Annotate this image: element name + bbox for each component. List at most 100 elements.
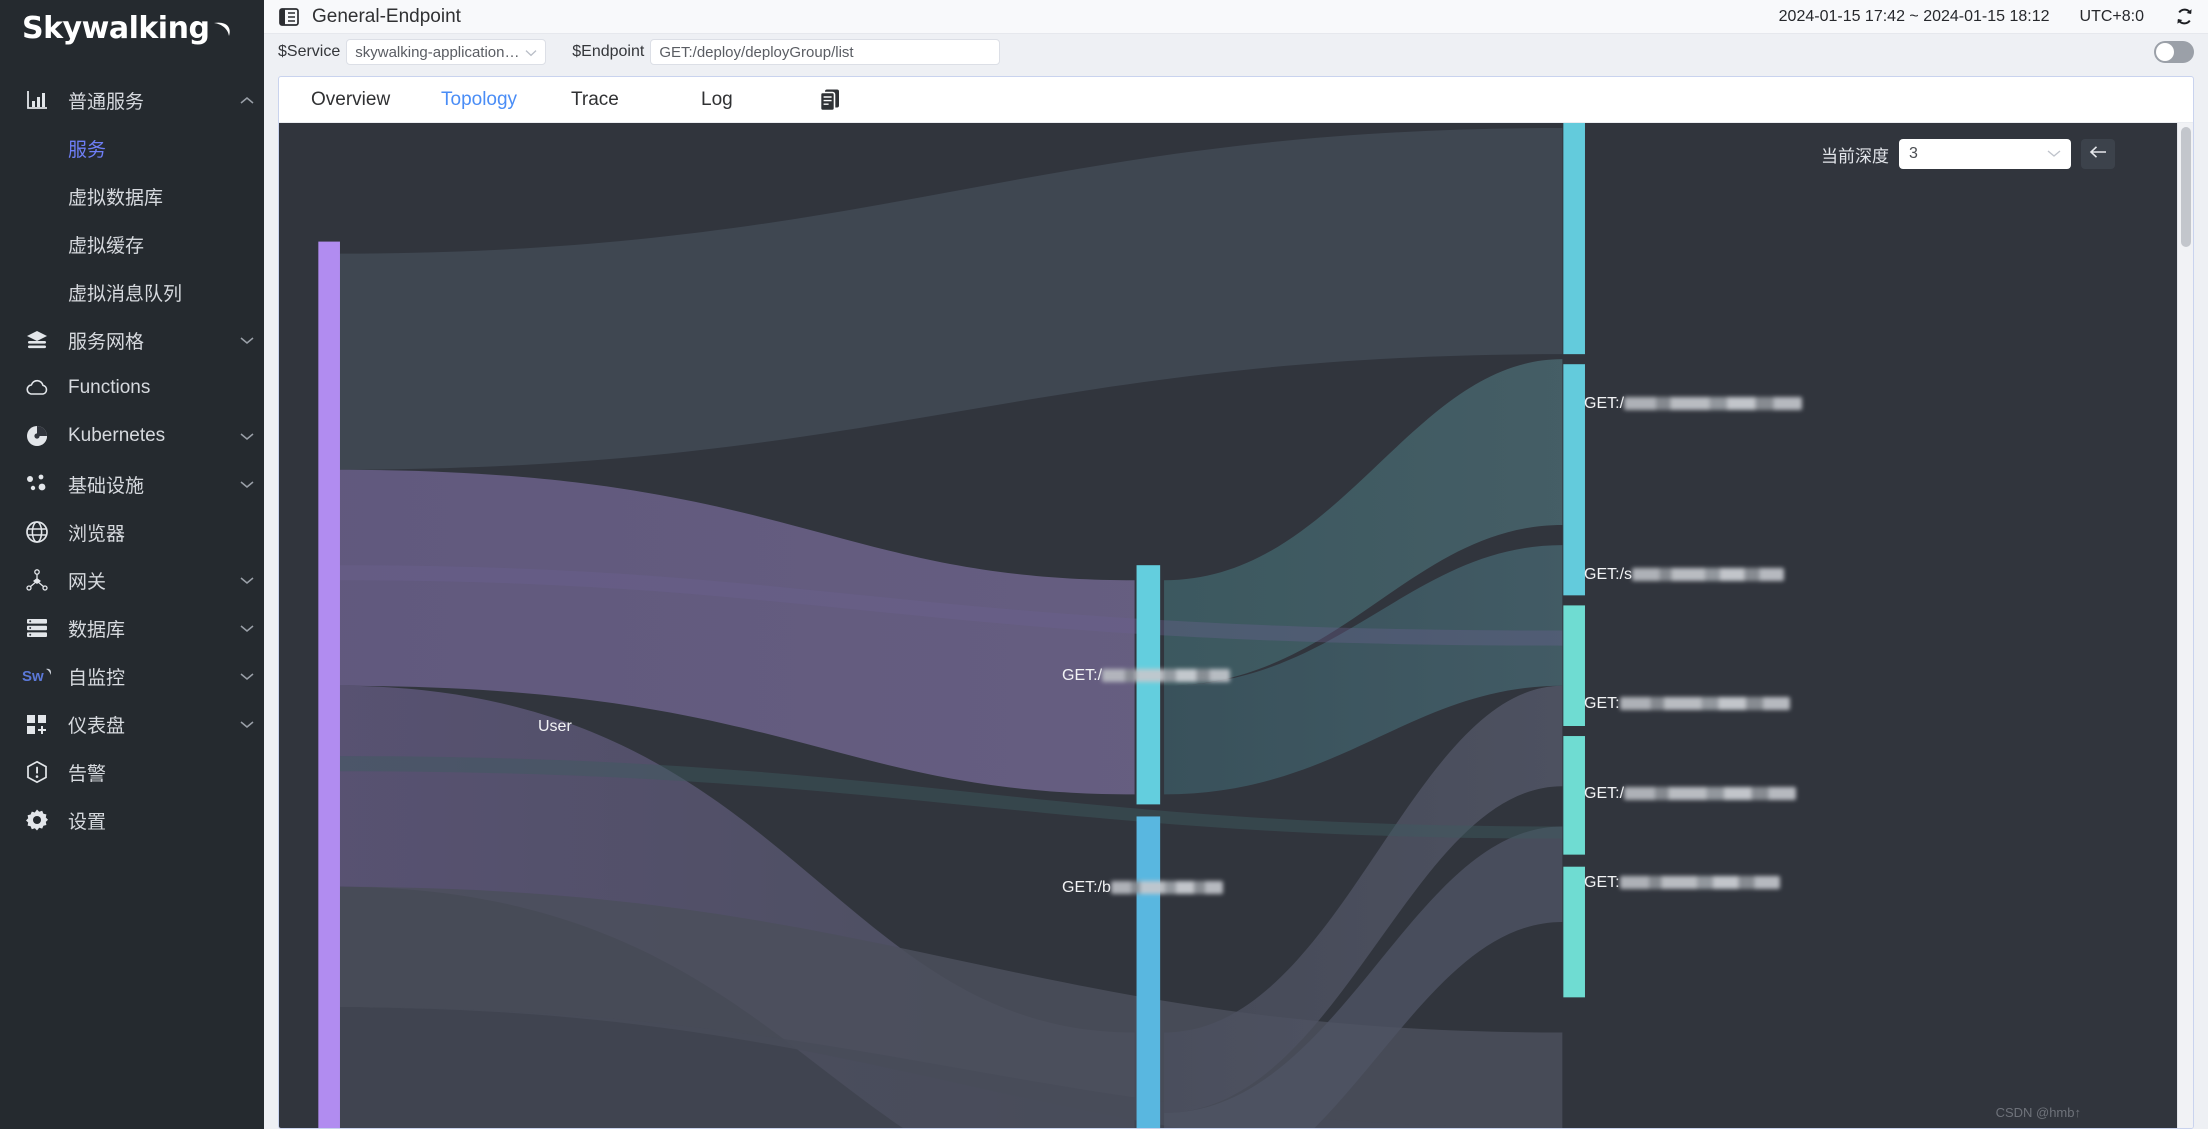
alert-icon [22, 759, 52, 785]
chevron-down-icon [2047, 145, 2061, 163]
depth-select[interactable]: 3 [1899, 139, 2071, 169]
sidebar-subitem-label: 虚拟缓存 [68, 235, 145, 257]
sidebar-item-label: 仪表盘 [68, 715, 126, 737]
tab-label: Overview [311, 88, 391, 110]
filter-bar: $Service skywalking-applications-service… [264, 34, 2208, 70]
sidebar-item-dashboard[interactable]: 仪表盘 [0, 700, 264, 748]
layers-icon [22, 327, 52, 353]
tab-log[interactable]: Log [689, 89, 819, 111]
sidebar-item-alerts[interactable]: 告警 [0, 748, 264, 796]
sidebar-group-label: 普通服务 [68, 91, 145, 113]
brand-logo[interactable]: Skywalking [0, 0, 264, 56]
sidebar-item-label: 告警 [68, 763, 107, 785]
scrollbar-thumb[interactable] [2181, 127, 2191, 247]
sankey-diagram[interactable] [279, 123, 2177, 1128]
gear-icon [22, 807, 52, 833]
back-button[interactable] [2081, 139, 2115, 169]
database-icon [22, 615, 52, 641]
tab-overview[interactable]: Overview [299, 89, 429, 111]
sidebar-item-label: 基础设施 [68, 475, 145, 497]
sankey-node-right-4[interactable] [1563, 736, 1585, 855]
sidebar-item-label: 网关 [68, 571, 107, 593]
service-select[interactable]: skywalking-applications-service [346, 39, 547, 65]
sidebar-item-gateway[interactable]: 网关 [0, 556, 264, 604]
sidebar-item-services[interactable]: 服务 [0, 124, 264, 172]
copy-pages-icon[interactable] [819, 88, 859, 112]
depth-label: 当前深度 [1821, 146, 1889, 166]
chevron-up-icon[interactable] [230, 96, 264, 105]
arrow-left-icon [2089, 143, 2107, 165]
sidebar-item-kubernetes[interactable]: Kubernetes [0, 412, 264, 460]
depth-control: 当前深度 3 [1821, 139, 2115, 169]
sidebar-group-general-service[interactable]: 普通服务 [0, 76, 264, 124]
main-content: General-Endpoint 2024-01-15 17:42 ~ 2024… [264, 0, 2208, 1129]
pie-chart-icon [22, 423, 52, 449]
sankey-node-right-5[interactable] [1563, 866, 1585, 998]
chevron-down-icon[interactable] [230, 480, 264, 489]
chevron-down-icon[interactable] [230, 624, 264, 633]
sidebar-item-label: 自监控 [68, 667, 126, 689]
topbar: General-Endpoint 2024-01-15 17:42 ~ 2024… [264, 0, 2208, 34]
sidebar-nav: 普通服务 服务 虚拟数据库 虚拟缓存 虚拟消息队列 服务网格 Functions… [0, 56, 264, 844]
tab-label: Log [701, 88, 733, 110]
sidebar: Skywalking 普通服务 服务 虚拟数据库 虚拟缓存 虚拟消息队列 服务网… [0, 0, 264, 1129]
sidebar-item-database[interactable]: 数据库 [0, 604, 264, 652]
chart-bar-icon [22, 87, 52, 113]
endpoint-input-value: GET:/deploy/deployGroup/list [659, 43, 854, 61]
tab-label: Topology [441, 88, 518, 110]
sankey-canvas[interactable]: 当前深度 3 User GET:/ GET:/b GET:/ GET:/s GE… [279, 123, 2177, 1128]
refresh-icon[interactable] [2174, 7, 2194, 27]
utc-offset[interactable]: UTC+8:0 [2080, 8, 2144, 26]
depth-select-value: 3 [1909, 145, 1918, 162]
sidebar-item-label: 服务网格 [68, 331, 145, 353]
content-card: Overview Topology Trace Log 当前深度 3 User … [278, 76, 2194, 1129]
collapse-sidebar-icon[interactable] [278, 6, 300, 28]
sankey-node-right-1[interactable] [1563, 123, 1585, 355]
time-range-picker[interactable]: 2024-01-15 17:42 ~ 2024-01-15 18:12 [1779, 8, 2050, 26]
sidebar-item-infrastructure[interactable]: 基础设施 [0, 460, 264, 508]
tab-trace[interactable]: Trace [559, 89, 689, 111]
sankey-node-mid-2[interactable] [1136, 816, 1161, 1128]
chevron-down-icon[interactable] [230, 720, 264, 729]
endpoint-input[interactable]: GET:/deploy/deployGroup/list [650, 39, 1001, 65]
chevron-down-icon[interactable] [230, 336, 264, 345]
sankey-node-user[interactable] [318, 241, 340, 1128]
tab-bar: Overview Topology Trace Log [279, 77, 2193, 123]
skywalking-sw-icon: Sw [22, 663, 52, 689]
tab-label: Trace [571, 88, 619, 110]
sidebar-item-functions[interactable]: Functions [0, 364, 264, 412]
sidebar-item-self-observability[interactable]: Sw 自监控 [0, 652, 264, 700]
tab-topology[interactable]: Topology [429, 89, 559, 111]
auto-refresh-toggle[interactable] [2154, 41, 2194, 63]
sankey-node-right-2[interactable] [1563, 364, 1585, 596]
sidebar-subitem-label: 虚拟数据库 [68, 187, 164, 209]
sidebar-item-virtual-cache[interactable]: 虚拟缓存 [0, 220, 264, 268]
sankey-node-right-3[interactable] [1563, 605, 1585, 726]
cloud-icon [22, 375, 52, 401]
sidebar-item-settings[interactable]: 设置 [0, 796, 264, 844]
chevron-down-icon[interactable] [230, 672, 264, 681]
topbar-right: 2024-01-15 17:42 ~ 2024-01-15 18:12 UTC+… [1779, 7, 2194, 27]
brand-name: Skywalking [22, 10, 210, 46]
globe-icon [22, 519, 52, 545]
sidebar-item-label: 设置 [68, 811, 107, 833]
toggle-knob [2156, 43, 2174, 61]
chevron-down-icon[interactable] [230, 432, 264, 441]
sidebar-subitem-label: 服务 [68, 139, 107, 161]
sankey-link [338, 128, 1563, 470]
sankey-node-mid-1[interactable] [1136, 565, 1161, 805]
sidebar-item-virtual-mq[interactable]: 虚拟消息队列 [0, 268, 264, 316]
toggle-wrap [2154, 41, 2194, 63]
sidebar-item-virtual-database[interactable]: 虚拟数据库 [0, 172, 264, 220]
sidebar-item-label: Kubernetes [68, 425, 166, 446]
chevron-down-icon[interactable] [230, 576, 264, 585]
sidebar-subitem-label: 虚拟消息队列 [68, 283, 183, 305]
endpoint-filter-label: $Endpoint [572, 43, 645, 60]
topology-area: 当前深度 3 User GET:/ GET:/b GET:/ GET:/s GE… [279, 123, 2193, 1128]
topology-scrollbar[interactable] [2177, 123, 2193, 1128]
dashboard-add-icon [22, 711, 52, 737]
sidebar-item-service-mesh[interactable]: 服务网格 [0, 316, 264, 364]
service-filter-label: $Service [278, 43, 341, 60]
service-select-value: skywalking-applications-service [355, 43, 521, 61]
sidebar-item-browser[interactable]: 浏览器 [0, 508, 264, 556]
